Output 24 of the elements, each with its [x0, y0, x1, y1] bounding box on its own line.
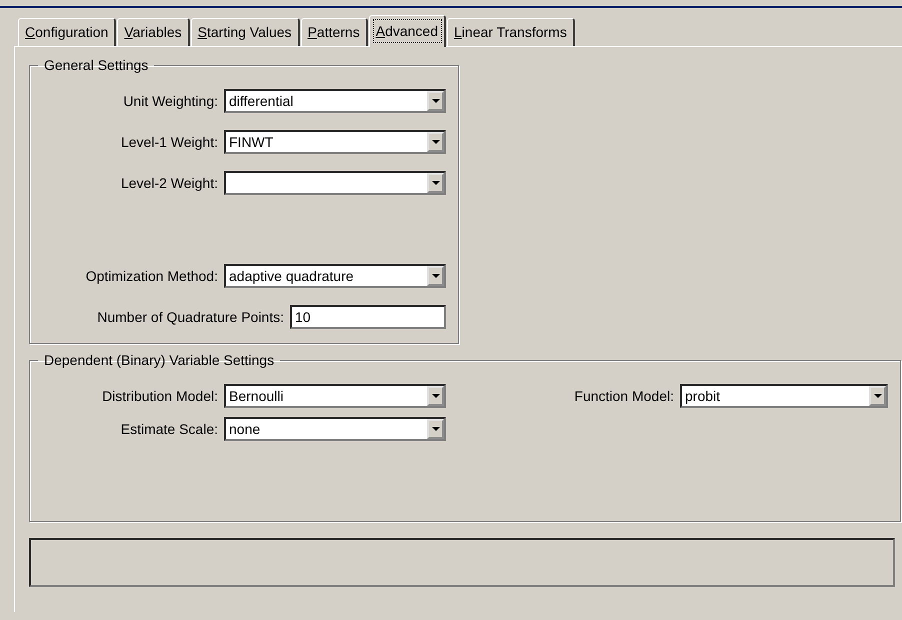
dropdown[interactable]: Bernoulli: [224, 384, 446, 408]
field-label: Number of Quadrature Points:: [96, 309, 285, 325]
dropdown[interactable]: adaptive quadrature: [224, 264, 446, 288]
tab[interactable]: Advanced: [368, 15, 446, 47]
dropdown[interactable]: FINWT: [224, 130, 446, 154]
input-field[interactable]: 10: [290, 305, 446, 329]
field-label: Distribution Model:: [101, 388, 219, 404]
dropdown[interactable]: differential: [224, 89, 446, 113]
group-title: Dependent (Binary) Variable Settings: [43, 352, 276, 368]
field-label: Level-1 Weight:: [120, 134, 219, 150]
tab[interactable]: Linear Transforms: [447, 18, 575, 46]
field-label: Function Model:: [573, 388, 675, 404]
field-label: Level-2 Weight:: [120, 175, 219, 191]
dropdown[interactable]: none: [224, 417, 446, 441]
tab[interactable]: Patterns: [300, 18, 368, 46]
field-label: Estimate Scale:: [120, 421, 219, 437]
dropdown[interactable]: [224, 171, 446, 195]
tab[interactable]: Starting Values: [190, 18, 300, 46]
dropdown[interactable]: probit: [680, 384, 888, 408]
field-label: Unit Weighting:: [122, 93, 219, 109]
field-label: Optimization Method:: [84, 268, 219, 284]
tab[interactable]: Configuration: [18, 18, 116, 46]
group-title: General Settings: [43, 57, 150, 73]
tab[interactable]: Variables: [117, 18, 190, 46]
